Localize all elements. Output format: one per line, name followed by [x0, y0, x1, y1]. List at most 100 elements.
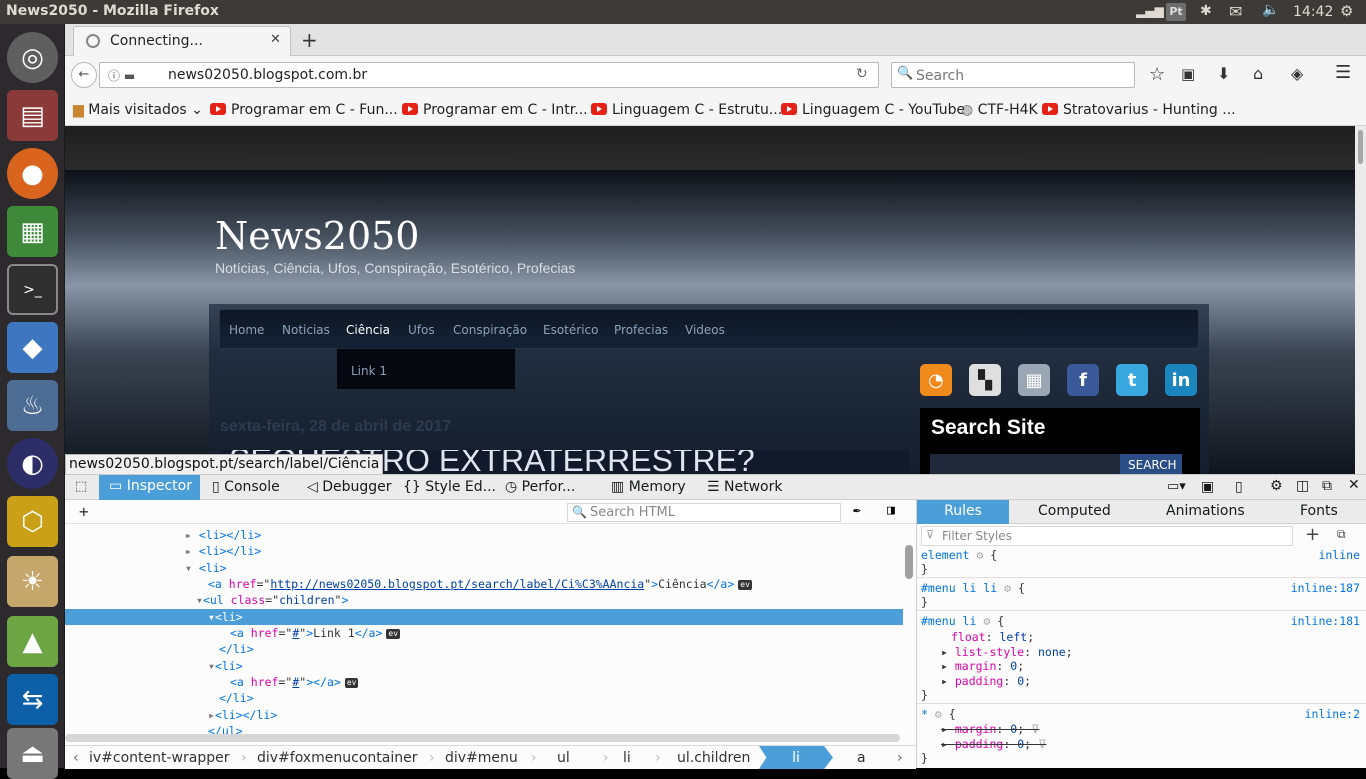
rule-source[interactable]: inline:2: [1305, 707, 1360, 721]
tab-inspector[interactable]: ▭ Inspector: [99, 475, 200, 500]
close-devtools-icon[interactable]: ✕: [1348, 477, 1360, 493]
tab-news2050[interactable]: Connecting... ✕: [73, 26, 291, 56]
toggle-sidebar-icon[interactable]: ◨: [887, 503, 895, 518]
reading-list-icon[interactable]: ▣: [1181, 65, 1195, 83]
terminal-icon[interactable]: >_: [7, 264, 58, 315]
facebook-icon[interactable]: f: [1067, 364, 1099, 396]
menu-ciencia[interactable]: Ciência: [346, 323, 390, 337]
twitter-icon[interactable]: t: [1116, 364, 1148, 396]
digg-icon[interactable]: ▦: [1018, 364, 1050, 396]
markup-line[interactable]: ▸ <li></li>: [185, 527, 261, 543]
firefox-icon[interactable]: ●: [7, 148, 58, 199]
breadcrumb-item[interactable]: iv#content-wrapper: [89, 750, 230, 766]
reload-icon[interactable]: ↻: [856, 66, 868, 82]
breadcrumb-item[interactable]: div#menu: [445, 750, 518, 766]
breadcrumb-item-selected[interactable]: li: [759, 746, 833, 769]
vpn-icon[interactable]: ⬡: [7, 496, 58, 547]
rule-source[interactable]: inline:181: [1291, 614, 1360, 628]
bookmark-mais-visitados[interactable]: ▆ Mais visitados ⌄: [73, 102, 203, 118]
tab-memory[interactable]: ▥ Memory: [611, 479, 686, 495]
settings-app-icon[interactable]: ☀: [7, 556, 58, 607]
submenu-link-1[interactable]: Link 1: [351, 364, 387, 378]
page-scrollbar[interactable]: [1355, 126, 1366, 474]
responsive-mode-icon[interactable]: ▯: [1235, 479, 1243, 495]
virtualbox-icon[interactable]: ◆: [7, 322, 58, 373]
rule-selector[interactable]: element ⚙ {: [921, 548, 997, 562]
bookmark-4[interactable]: Linguagem C - YouTube: [781, 102, 965, 118]
clock[interactable]: 14:42: [1293, 4, 1333, 20]
breadcrumb-item[interactable]: div#foxmenucontainer: [257, 750, 417, 766]
back-button[interactable]: ←: [71, 62, 97, 88]
overridden-filter-icon[interactable]: ⊽: [1038, 737, 1046, 751]
volume-icon[interactable]: 🔈: [1262, 2, 1279, 18]
mail-icon[interactable]: ✉: [1229, 2, 1242, 21]
signal-icon[interactable]: ▂▄▆: [1136, 4, 1164, 18]
site-info-icon[interactable]: ⓘ ▬: [108, 67, 135, 84]
eyedropper-icon[interactable]: ✒: [853, 503, 861, 518]
search-site-input[interactable]: [930, 454, 1120, 474]
spreadsheet-icon[interactable]: ▦: [7, 206, 58, 257]
menu-ufos[interactable]: Ufos: [408, 323, 435, 337]
menu-conspiracao[interactable]: Conspiração: [453, 323, 527, 337]
menu-icon[interactable]: ☰: [1335, 62, 1351, 83]
bookmark-2[interactable]: Programar em C - Intr...: [402, 102, 588, 118]
settings-icon[interactable]: ⚙: [1340, 2, 1353, 20]
add-node-icon[interactable]: +: [79, 502, 89, 521]
search-field[interactable]: 🔍 Search: [891, 62, 1135, 88]
pocket-icon[interactable]: ◈: [1291, 64, 1303, 83]
breadcrumb-scroll-left-icon[interactable]: ‹: [73, 750, 79, 766]
scroll-thumb[interactable]: [1358, 130, 1363, 164]
home-icon[interactable]: ⌂: [1253, 64, 1263, 83]
bookmark-1[interactable]: Programar em C - Fun...: [210, 102, 398, 118]
tab-style-editor[interactable]: {} Style Ed...: [403, 479, 496, 495]
markup-line[interactable]: ▸<li></li>: [208, 707, 277, 723]
rule-property-overridden[interactable]: ▸ padding: 0; ⊽: [941, 737, 1046, 751]
bookmark-5[interactable]: ◍ CTF-H4K: [961, 102, 1038, 118]
tab-performance[interactable]: ◷ Perfor...: [505, 479, 575, 495]
menu-videos[interactable]: Videos: [685, 323, 725, 337]
menu-profecias[interactable]: Profecias: [614, 323, 668, 337]
rule-property-overridden[interactable]: ▸ margin: 0; ⊽: [941, 722, 1039, 736]
markup-line[interactable]: </li>: [219, 690, 254, 706]
rule-property[interactable]: ▸ margin: 0;: [941, 659, 1024, 673]
teamviewer-icon[interactable]: ⇆: [7, 674, 58, 725]
dock-options-icon[interactable]: ▭▾: [1167, 479, 1186, 494]
markup-line-selected[interactable]: ▾<li>: [65, 609, 903, 625]
close-tab-icon[interactable]: ✕: [270, 32, 281, 47]
dock-side-icon[interactable]: ◫: [1296, 478, 1309, 494]
rule-property[interactable]: ▸ padding: 0;: [941, 674, 1031, 688]
bookmark-star-icon[interactable]: ☆: [1149, 64, 1165, 85]
rss-icon[interactable]: ◔: [920, 364, 952, 396]
breadcrumb-item[interactable]: li: [623, 750, 631, 766]
tab-console[interactable]: ▯ Console: [212, 479, 280, 495]
filter-styles-input[interactable]: ⊽ Filter Styles: [921, 526, 1293, 546]
overridden-filter-icon[interactable]: ⊽: [1031, 722, 1039, 736]
search-site-button[interactable]: SEARCH: [1120, 454, 1182, 474]
markup-hscrollbar[interactable]: [65, 734, 900, 742]
tab-computed[interactable]: Computed: [1038, 503, 1111, 519]
delicious-icon[interactable]: ▚: [969, 364, 1001, 396]
rule-selector[interactable]: #menu li ⚙ {: [921, 614, 1004, 628]
breadcrumb-scroll-right-icon[interactable]: ›: [897, 750, 903, 766]
tab-animations[interactable]: Animations: [1166, 503, 1245, 519]
devtools-settings-icon[interactable]: ⚙: [1270, 478, 1283, 494]
markup-line[interactable]: ▾<li>: [208, 658, 243, 674]
breadcrumb-item[interactable]: ul: [557, 750, 570, 766]
tab-rules[interactable]: Rules: [917, 500, 1009, 524]
files-icon[interactable]: ▤: [7, 90, 58, 141]
markup-line[interactable]: ▸ <li></li>: [185, 543, 261, 559]
rule-property[interactable]: ▸ list-style: none;: [941, 645, 1073, 659]
pick-element-icon[interactable]: ⬚: [75, 479, 87, 494]
downloads-icon[interactable]: ⬇: [1217, 64, 1230, 83]
menu-esoterico[interactable]: Esotérico: [543, 323, 598, 337]
rule-property[interactable]: float: left;: [951, 630, 1034, 644]
tab-network[interactable]: ☰ Network: [707, 479, 782, 495]
menu-noticias[interactable]: Noticias: [282, 323, 330, 337]
bluetooth-icon[interactable]: ✱: [1200, 3, 1212, 19]
tab-fonts[interactable]: Fonts: [1300, 503, 1338, 519]
markup-line[interactable]: </li>: [219, 641, 254, 657]
markup-line[interactable]: <a href="http://news02050.blogspot.pt/se…: [208, 576, 752, 592]
markup-line[interactable]: <a href="#">Link 1</a> ev: [230, 625, 401, 641]
search-html-input[interactable]: 🔍 Search HTML: [567, 503, 841, 522]
bookmark-3[interactable]: Linguagem C - Estrutu...: [591, 102, 782, 118]
